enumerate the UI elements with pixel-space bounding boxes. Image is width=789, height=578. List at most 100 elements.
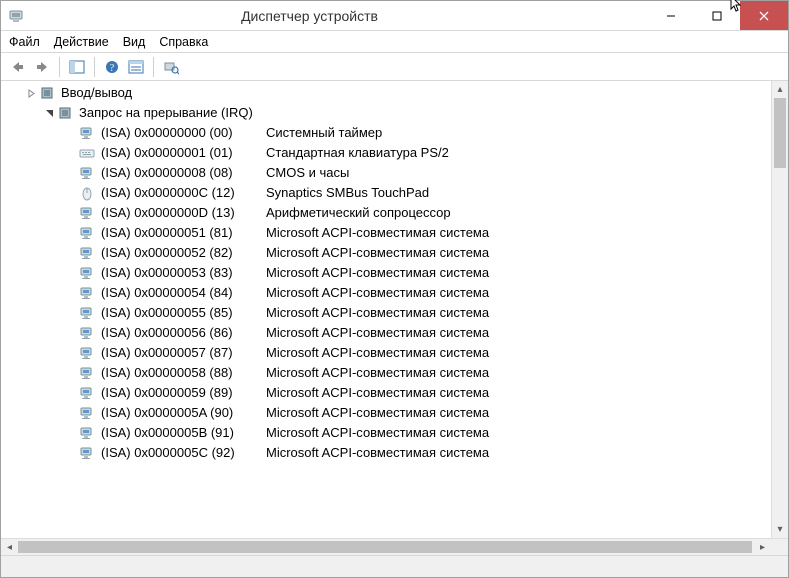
show-hide-tree-button[interactable] <box>66 56 88 78</box>
irq-address: (ISA) 0x0000000D (13) <box>101 204 266 222</box>
tree-item[interactable]: (ISA) 0x00000059 (89)Microsoft ACPI-совм… <box>7 383 771 403</box>
menu-file[interactable]: Файл <box>9 35 40 49</box>
irq-address: (ISA) 0x00000058 (88) <box>101 364 266 382</box>
computer-icon <box>79 165 95 181</box>
irq-address: (ISA) 0x00000052 (82) <box>101 244 266 262</box>
irq-address: (ISA) 0x00000053 (83) <box>101 264 266 282</box>
irq-address: (ISA) 0x00000000 (00) <box>101 124 266 142</box>
horizontal-scrollbar[interactable]: ◂ ▸ <box>1 538 788 555</box>
close-button[interactable] <box>740 1 788 30</box>
tree-item[interactable]: (ISA) 0x0000005B (91)Microsoft ACPI-совм… <box>7 423 771 443</box>
titlebar: Диспетчер устройств <box>1 1 788 31</box>
help-button[interactable]: ? <box>101 56 123 78</box>
computer-icon <box>79 385 95 401</box>
irq-address: (ISA) 0x00000008 (08) <box>101 164 266 182</box>
irq-description: Microsoft ACPI-совместимая система <box>266 424 489 442</box>
menubar: Файл Действие Вид Справка <box>1 31 788 53</box>
irq-description: Microsoft ACPI-совместимая система <box>266 224 489 242</box>
computer-icon <box>79 325 95 341</box>
tree-node-label: Ввод/вывод <box>61 84 132 102</box>
expander-icon[interactable] <box>25 87 37 99</box>
window-controls <box>648 1 788 30</box>
scroll-left-arrow[interactable]: ◂ <box>1 539 18 555</box>
irq-description: Microsoft ACPI-совместимая система <box>266 364 489 382</box>
toolbar-separator <box>153 57 154 77</box>
tree-item[interactable]: (ISA) 0x00000051 (81)Microsoft ACPI-совм… <box>7 223 771 243</box>
irq-address: (ISA) 0x00000054 (84) <box>101 284 266 302</box>
computer-icon <box>79 225 95 241</box>
tree-node-irq[interactable]: Запрос на прерывание (IRQ) <box>7 103 771 123</box>
scroll-right-arrow[interactable]: ▸ <box>754 539 771 555</box>
properties-button[interactable] <box>125 56 147 78</box>
forward-button[interactable] <box>31 56 53 78</box>
computer-icon <box>79 205 95 221</box>
tree-item[interactable]: (ISA) 0x00000056 (86)Microsoft ACPI-совм… <box>7 323 771 343</box>
tree-node-label: Запрос на прерывание (IRQ) <box>79 104 253 122</box>
maximize-button[interactable] <box>694 1 740 30</box>
mouse-icon <box>79 185 95 201</box>
menu-view[interactable]: Вид <box>123 35 146 49</box>
computer-icon <box>79 405 95 421</box>
irq-description: CMOS и часы <box>266 164 349 182</box>
toolbar-separator <box>94 57 95 77</box>
tree-item[interactable]: (ISA) 0x0000005A (90) Microsoft ACPI-сов… <box>7 403 771 423</box>
irq-description: Microsoft ACPI-совместимая система <box>266 384 489 402</box>
tree-item[interactable]: (ISA) 0x00000008 (08)CMOS и часы <box>7 163 771 183</box>
vertical-scrollbar[interactable]: ▴ ▾ <box>771 81 788 538</box>
expander-icon[interactable] <box>43 107 55 119</box>
tree-item[interactable]: (ISA) 0x00000057 (87)Microsoft ACPI-совм… <box>7 343 771 363</box>
computer-icon <box>79 365 95 381</box>
tree-item[interactable]: (ISA) 0x00000001 (01)Стандартная клавиат… <box>7 143 771 163</box>
vertical-scroll-thumb[interactable] <box>774 98 786 168</box>
device-tree[interactable]: Ввод/выводЗапрос на прерывание (IRQ)(ISA… <box>1 81 771 538</box>
tree-item[interactable]: (ISA) 0x00000000 (00)Системный таймер <box>7 123 771 143</box>
computer-icon <box>79 425 95 441</box>
horizontal-scroll-track[interactable] <box>18 539 754 555</box>
irq-description: Microsoft ACPI-совместимая система <box>266 324 489 342</box>
tree-node-io[interactable]: Ввод/вывод <box>7 83 771 103</box>
irq-description: Системный таймер <box>266 124 382 142</box>
chip-icon <box>57 105 73 121</box>
irq-address: (ISA) 0x0000005B (91) <box>101 424 266 442</box>
irq-description: Microsoft ACPI-совместимая система <box>266 264 489 282</box>
computer-icon <box>79 305 95 321</box>
irq-description: Microsoft ACPI-совместимая система <box>266 304 489 322</box>
tree-item[interactable]: (ISA) 0x00000058 (88)Microsoft ACPI-совм… <box>7 363 771 383</box>
back-button[interactable] <box>7 56 29 78</box>
irq-address: (ISA) 0x00000055 (85) <box>101 304 266 322</box>
toolbar: ? <box>1 53 788 81</box>
irq-description: Microsoft ACPI-совместимая система <box>266 344 489 362</box>
menu-action[interactable]: Действие <box>54 35 109 49</box>
tree-item[interactable]: (ISA) 0x00000054 (84)Microsoft ACPI-совм… <box>7 283 771 303</box>
computer-icon <box>79 285 95 301</box>
irq-description: Microsoft ACPI-совместимая система <box>266 404 489 422</box>
computer-icon <box>79 245 95 261</box>
tree-item[interactable]: (ISA) 0x0000005C (92)Microsoft ACPI-совм… <box>7 443 771 463</box>
tree-item[interactable]: (ISA) 0x00000053 (83)Microsoft ACPI-совм… <box>7 263 771 283</box>
scroll-up-arrow[interactable]: ▴ <box>772 81 788 98</box>
chip-icon <box>39 85 55 101</box>
menu-help[interactable]: Справка <box>159 35 208 49</box>
horizontal-scroll-thumb[interactable] <box>18 541 752 553</box>
irq-description: Стандартная клавиатура PS/2 <box>266 144 449 162</box>
computer-icon <box>79 265 95 281</box>
statusbar <box>1 555 788 577</box>
irq-address: (ISA) 0x0000005A (90) <box>101 404 266 422</box>
scan-hardware-button[interactable] <box>160 56 182 78</box>
computer-icon <box>79 125 95 141</box>
computer-icon <box>79 345 95 361</box>
irq-address: (ISA) 0x0000000C (12) <box>101 184 266 202</box>
minimize-button[interactable] <box>648 1 694 30</box>
irq-address: (ISA) 0x00000056 (86) <box>101 324 266 342</box>
scroll-down-arrow[interactable]: ▾ <box>772 521 788 538</box>
tree-item[interactable]: (ISA) 0x00000055 (85)Microsoft ACPI-совм… <box>7 303 771 323</box>
tree-item[interactable]: (ISA) 0x0000000D (13) Арифметический соп… <box>7 203 771 223</box>
irq-address: (ISA) 0x00000059 (89) <box>101 384 266 402</box>
irq-description: Synaptics SMBus TouchPad <box>266 184 429 202</box>
svg-text:?: ? <box>110 63 115 74</box>
tree-item[interactable]: (ISA) 0x0000000C (12)Synaptics SMBus Tou… <box>7 183 771 203</box>
content-area: Ввод/выводЗапрос на прерывание (IRQ)(ISA… <box>1 81 788 577</box>
window-title: Диспетчер устройств <box>0 8 648 24</box>
tree-item[interactable]: (ISA) 0x00000052 (82)Microsoft ACPI-совм… <box>7 243 771 263</box>
irq-description: Microsoft ACPI-совместимая система <box>266 444 489 462</box>
